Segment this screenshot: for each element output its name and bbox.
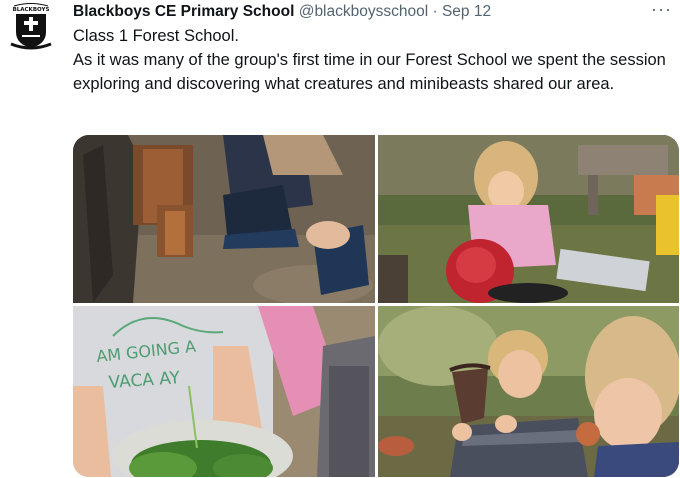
photo-1-image — [73, 135, 375, 303]
more-options-icon[interactable]: ··· — [651, 0, 672, 20]
avatar[interactable]: BLACKBOYS — [8, 2, 54, 52]
crest-text: BLACKBOYS — [13, 7, 50, 13]
tweet-text-line-1: Class 1 Forest School. — [73, 27, 239, 45]
author-handle[interactable]: @blackboysschool — [299, 3, 428, 20]
photo-2[interactable] — [378, 135, 679, 303]
photo-3[interactable]: AM GOING A VACA AY — [73, 306, 375, 477]
tweet-text-line-2: As it was many of the group's first time… — [73, 51, 666, 93]
photo-4[interactable] — [378, 306, 679, 477]
photo-grid: AM GOING A VACA AY — [73, 135, 679, 477]
separator-dot: · — [432, 3, 438, 20]
photo-3-image: AM GOING A VACA AY — [73, 306, 375, 477]
author-name[interactable]: Blackboys CE Primary School — [73, 3, 294, 20]
school-crest-icon: BLACKBOYS — [8, 2, 54, 52]
tweet-text: Class 1 Forest School. As it was many of… — [73, 24, 673, 96]
photo-2-image — [378, 135, 679, 303]
tweet-header: Blackboys CE Primary School @blackboyssc… — [73, 1, 491, 23]
tweet-date[interactable]: Sep 12 — [442, 3, 491, 20]
photo-1[interactable] — [73, 135, 375, 303]
photo-4-image — [378, 306, 679, 477]
